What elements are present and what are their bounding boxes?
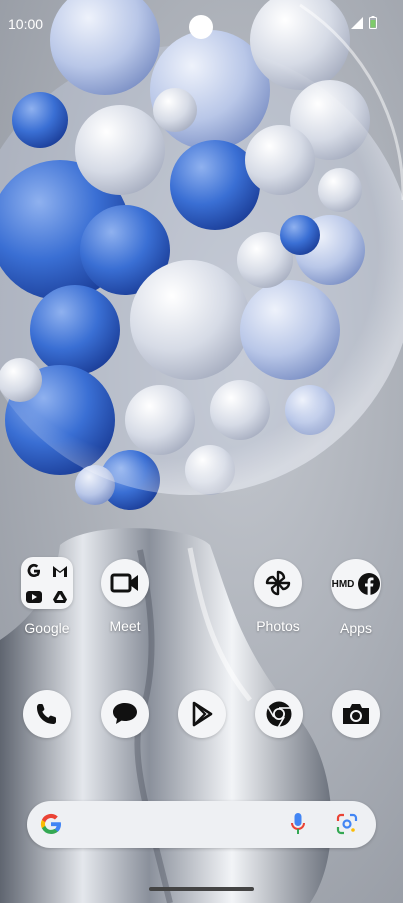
dock-phone[interactable]	[12, 690, 82, 738]
camera-icon	[332, 690, 380, 738]
google-lens-icon[interactable]	[336, 813, 358, 835]
facebook-icon	[358, 573, 381, 595]
wallpaper	[0, 0, 403, 903]
app-label-photos: Photos	[256, 618, 300, 634]
dock-play-store[interactable]	[167, 690, 237, 738]
hmd-logo: HMD	[331, 578, 355, 590]
app-label-apps: Apps	[340, 620, 372, 636]
app-apps-folder[interactable]: HMD Apps	[321, 559, 391, 636]
app-label-meet: Meet	[109, 618, 141, 634]
dock-chrome[interactable]	[244, 690, 314, 738]
gmail-mini-icon	[53, 566, 67, 577]
messages-icon	[101, 690, 149, 738]
meet-icon	[101, 559, 149, 607]
wallpaper-art	[0, 0, 403, 903]
dock-camera[interactable]	[321, 690, 391, 738]
status-icons	[351, 16, 377, 29]
home-gesture-bar[interactable]	[149, 887, 254, 891]
phone-icon	[23, 690, 71, 738]
google-folder-icon	[21, 557, 73, 609]
app-google-folder[interactable]: Google	[12, 557, 82, 636]
google-search-bar[interactable]	[27, 801, 376, 848]
signal-icon	[351, 16, 363, 29]
status-time: 10:00	[8, 16, 44, 32]
photos-pinwheel-icon	[254, 559, 302, 607]
dock-messages[interactable]	[90, 690, 160, 738]
apps-folder-icon: HMD	[331, 559, 381, 609]
chrome-icon	[255, 690, 303, 738]
microphone-icon[interactable]	[290, 812, 306, 836]
play-store-icon	[178, 690, 226, 738]
front-camera-cutout	[189, 15, 213, 39]
youtube-mini-icon	[26, 591, 42, 603]
google-g-mini-icon	[27, 563, 40, 578]
status-bar: 10:00	[0, 0, 403, 46]
google-g-icon	[40, 813, 61, 835]
app-meet[interactable]: Meet	[90, 559, 160, 634]
app-label-google: Google	[24, 620, 70, 636]
battery-icon	[369, 16, 377, 29]
app-photos[interactable]: Photos	[243, 559, 313, 634]
drive-mini-icon	[53, 591, 67, 603]
